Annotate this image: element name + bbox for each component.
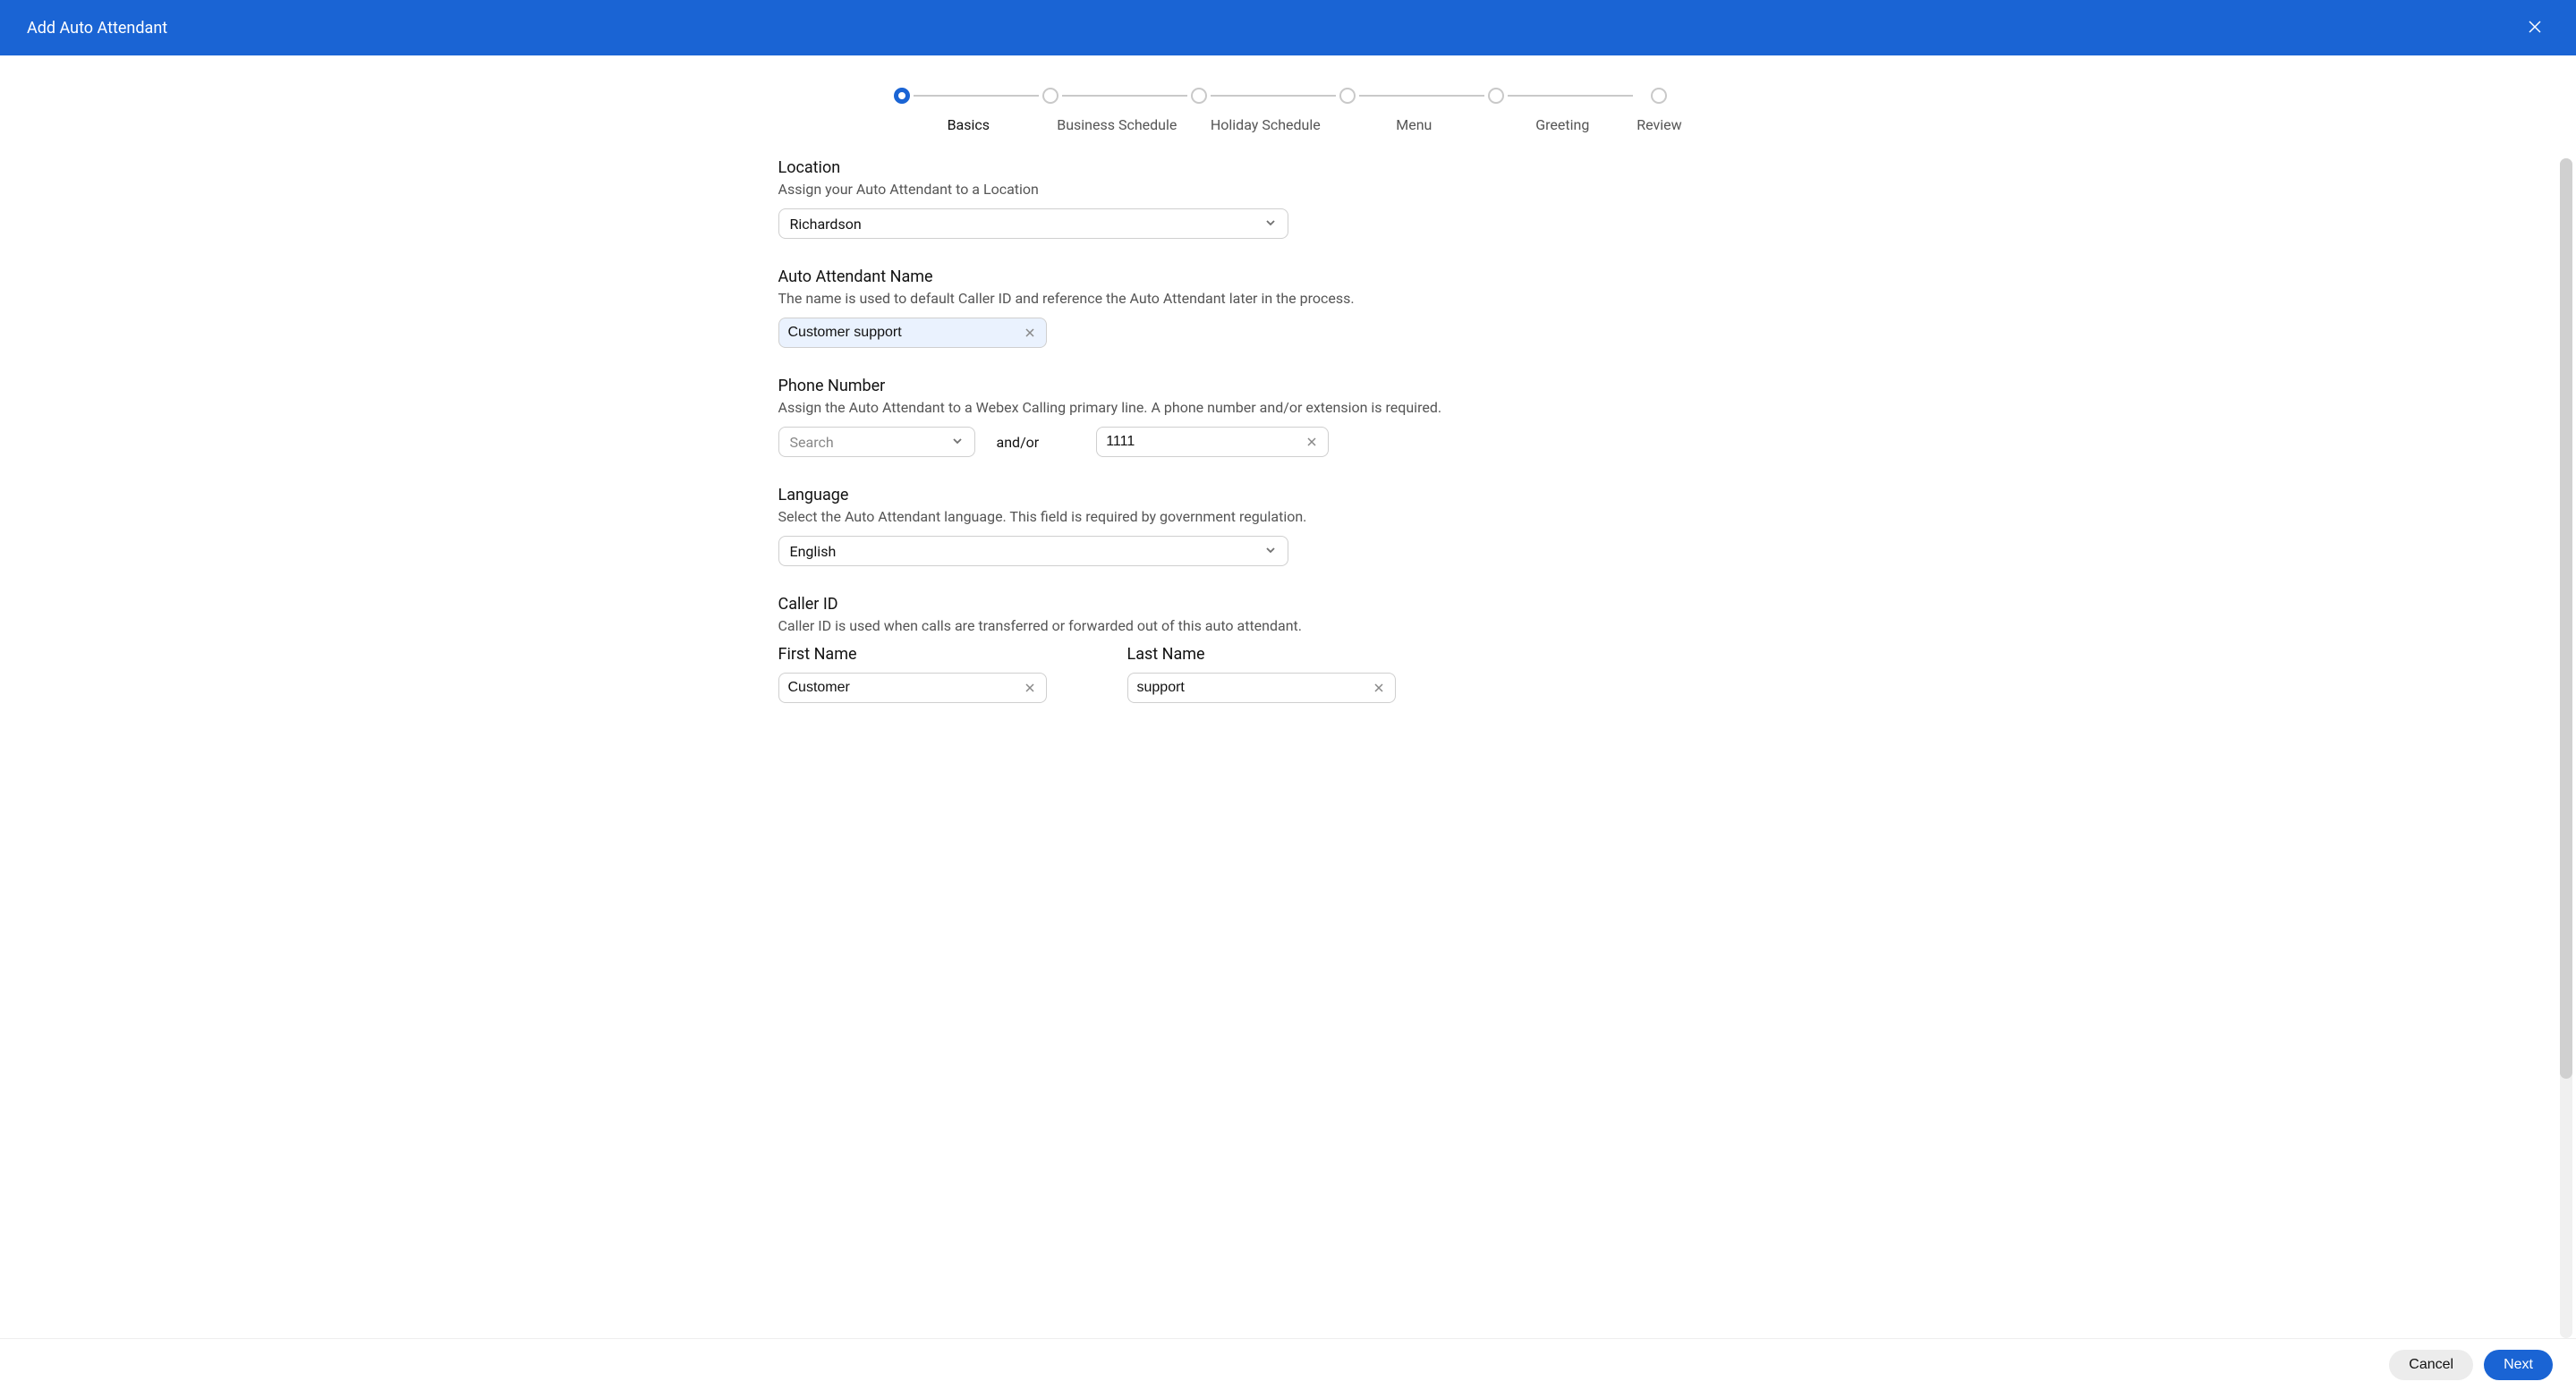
step-connector [1359,95,1484,97]
step-connector [1211,95,1336,97]
clear-first-name-button[interactable] [1023,681,1037,695]
step-circle-icon [1488,88,1504,104]
location-section: Location Assign your Auto Attendant to a… [778,158,1798,239]
first-name-label: First Name [778,645,1047,664]
location-select[interactable]: Richardson [778,208,1288,239]
extension-input-wrap[interactable] [1096,427,1329,457]
last-name-label: Last Name [1127,645,1396,664]
clear-name-button[interactable] [1023,326,1037,340]
step-label: Basics [948,116,990,133]
scrollbar-thumb[interactable] [2560,158,2572,1079]
step-circle-icon [894,88,910,104]
modal-content: Basics Business Schedule Holiday Schedul… [0,55,2576,1338]
step-connector [1508,95,1633,97]
step-menu[interactable]: Menu [1339,88,1488,133]
modal-footer: Cancel Next [0,1338,2576,1390]
phone-row: Search and/or [778,427,1798,457]
step-label: Review [1637,116,1681,133]
name-section: Auto Attendant Name The name is used to … [778,267,1798,348]
step-connector [1062,95,1187,97]
step-circle-icon [1042,88,1058,104]
modal-header: Add Auto Attendant [0,0,2576,55]
close-icon [1024,327,1035,338]
stepper: Basics Business Schedule Holiday Schedul… [0,55,2576,158]
clear-extension-button[interactable] [1305,435,1319,449]
step-basics[interactable]: Basics [894,88,1042,133]
phone-search-placeholder: Search [790,434,834,451]
extension-input[interactable] [1106,434,1305,450]
last-name-input[interactable] [1137,680,1372,696]
language-desc: Select the Auto Attendant language. This… [778,508,1798,525]
chevron-down-icon [1264,216,1277,233]
phone-desc: Assign the Auto Attendant to a Webex Cal… [778,399,1798,416]
name-title: Auto Attendant Name [778,267,1798,286]
callerid-desc: Caller ID is used when calls are transfe… [778,617,1798,634]
language-select[interactable]: English [778,536,1288,566]
chevron-down-icon [951,434,964,451]
step-holiday-schedule[interactable]: Holiday Schedule [1191,88,1339,133]
close-icon [1306,436,1317,447]
step-circle-icon [1339,88,1356,104]
last-name-col: Last Name [1127,645,1396,703]
chevron-down-icon [1264,543,1277,560]
step-greeting[interactable]: Greeting [1488,88,1637,133]
step-circle-icon [1191,88,1207,104]
last-name-input-wrap[interactable] [1127,673,1396,703]
step-connector [914,95,1039,97]
step-business-schedule[interactable]: Business Schedule [1042,88,1191,133]
name-input[interactable] [788,325,1023,341]
language-value: English [790,543,837,560]
form-inner: Location Assign your Auto Attendant to a… [761,158,1816,703]
close-icon [2528,20,2542,34]
cancel-button[interactable]: Cancel [2389,1350,2473,1380]
step-label: Holiday Schedule [1211,116,1321,133]
close-icon [1024,682,1035,693]
first-name-input[interactable] [788,680,1023,696]
callerid-title: Caller ID [778,595,1798,614]
close-button[interactable] [2521,13,2549,44]
modal-title: Add Auto Attendant [27,19,167,38]
phone-section: Phone Number Assign the Auto Attendant t… [778,377,1798,457]
name-desc: The name is used to default Caller ID an… [778,290,1798,307]
phone-title: Phone Number [778,377,1798,395]
form-scroll-area: Location Assign your Auto Attendant to a… [0,158,2576,1338]
step-review[interactable]: Review [1637,88,1681,133]
next-button[interactable]: Next [2484,1350,2553,1380]
language-title: Language [778,486,1798,504]
location-value: Richardson [790,216,862,233]
andor-label: and/or [997,434,1040,451]
step-label: Business Schedule [1057,116,1177,133]
name-input-wrap[interactable] [778,318,1047,348]
callerid-section: Caller ID Caller ID is used when calls a… [778,595,1798,703]
location-desc: Assign your Auto Attendant to a Location [778,181,1798,198]
modal-container: Add Auto Attendant Basics Business Sched… [0,0,2576,1390]
close-icon [1373,682,1384,693]
step-label: Menu [1396,116,1432,133]
callerid-name-row: First Name Last Name [778,645,1798,703]
language-section: Language Select the Auto Attendant langu… [778,486,1798,566]
phone-search-select[interactable]: Search [778,427,975,457]
location-title: Location [778,158,1798,177]
first-name-input-wrap[interactable] [778,673,1047,703]
clear-last-name-button[interactable] [1372,681,1386,695]
first-name-col: First Name [778,645,1047,703]
step-label: Greeting [1535,116,1589,133]
step-circle-icon [1651,88,1667,104]
